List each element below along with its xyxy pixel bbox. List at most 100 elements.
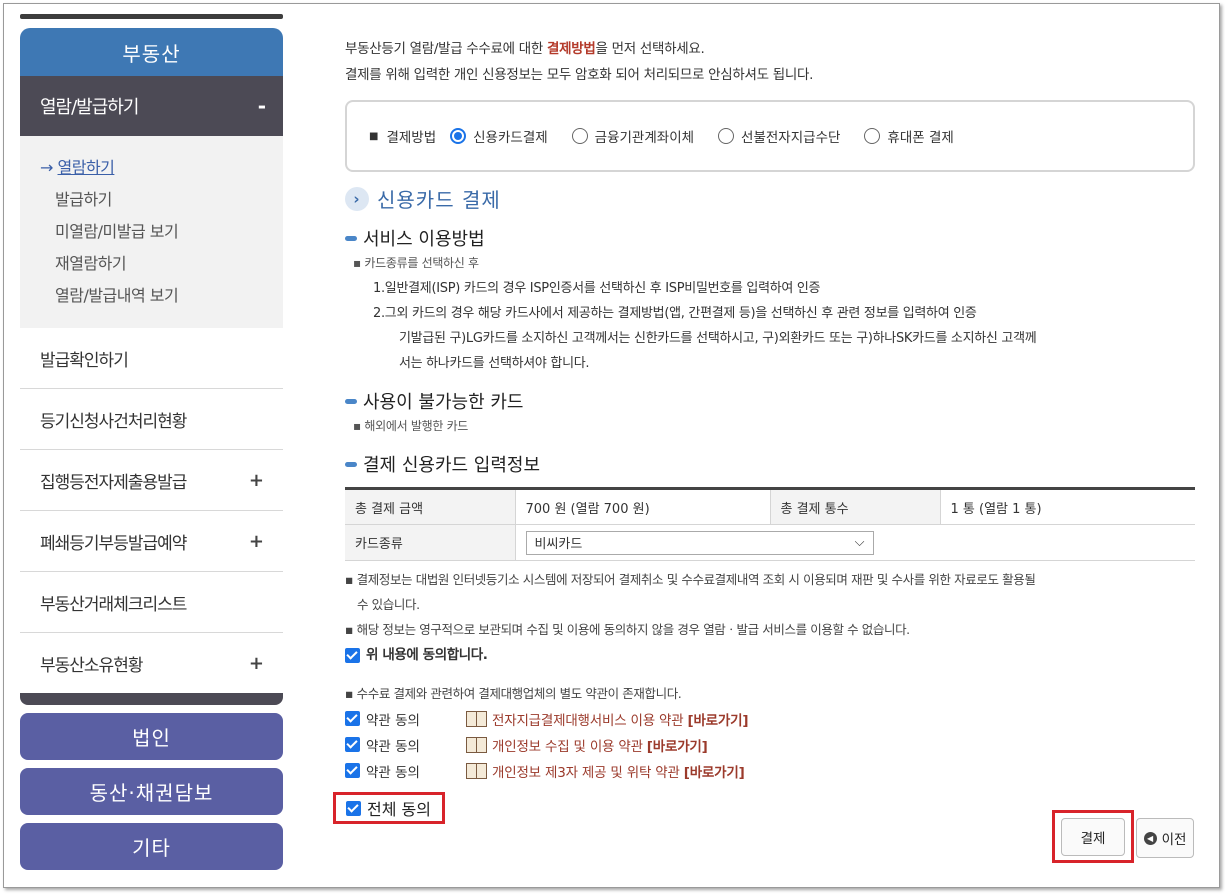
intro-line2: 결제를 위해 입력한 개인 신용정보는 모두 암호화 되어 처리되므로 안심하셔… (345, 67, 814, 83)
book-icon (466, 763, 487, 779)
card-type-cell: 비씨카드 ⌵ (514, 524, 1195, 561)
checkbox-checked-icon[interactable] (345, 763, 360, 778)
intro-text: 부동산등기 열람/발급 수수료에 대한 결제방법을 먼저 선택하세요. 결제를 … (345, 36, 1195, 88)
sub-item-issue[interactable]: 발급하기 (40, 184, 283, 216)
sidebar-item-issue-view[interactable]: 열람/발급하기 - (20, 76, 283, 136)
usage-line: ▪ 카드종류를 선택하신 후 (353, 256, 479, 270)
sub-item-unviewed[interactable]: 미열람/미발급 보기 (40, 216, 283, 248)
unavailable-text: ▪ 해외에서 발행한 카드 (345, 414, 1195, 439)
prev-button[interactable]: ◀ 이전 (1136, 818, 1194, 858)
unavailable-line-text: 해외에서 발행한 카드 (364, 419, 469, 433)
terms-link[interactable]: 개인정보 제3자 제공 및 위탁 약관 [바로가기] (492, 761, 745, 781)
sub-item-label: 열람하기 (57, 158, 115, 177)
terms-go[interactable]: [바로가기] (647, 739, 708, 755)
terms-row: 약관 동의 개인정보 제3자 제공 및 위탁 약관 [바로가기] (345, 758, 1195, 784)
unavailable-line: ▪ 해외에서 발행한 카드 (353, 419, 469, 433)
sub-item-review[interactable]: 재열람하기 (40, 248, 283, 280)
plus-icon[interactable]: + (249, 531, 264, 552)
book-icon (466, 711, 487, 727)
terms-go[interactable]: [바로가기] (684, 765, 745, 781)
sidebar-item-label: 등기신청사건처리현황 (40, 411, 187, 432)
sidebar-bottom-bar (20, 693, 283, 705)
payment-info-table: 총 결제 금액 700 원 (열람 700 원) 총 결제 통수 1 통 (열람… (345, 487, 1195, 561)
terms-label: 약관 동의 (366, 738, 420, 755)
usage-line: 기발급된 구)LG카드를 소지하신 고객께서는 신한카드를 선택하시고, 구)외… (399, 331, 1037, 346)
note-text: 수수료 결제와 관련하여 결제대행업체의 별도 약관이 존재합니다. (356, 685, 682, 701)
terms-go[interactable]: [바로가기] (687, 713, 748, 729)
agree-checkbox-row[interactable]: 위 내용에 동의합니다. (345, 642, 488, 668)
radio-credit-card[interactable]: 신용카드결제 (450, 126, 548, 146)
bullet-icon: ■ (369, 130, 379, 142)
card-section-heading: › 신용카드 결제 (345, 184, 1195, 213)
unavailable-heading: 사용이 불가능한 카드 (345, 388, 1195, 414)
checkbox-checked-icon[interactable] (345, 647, 360, 663)
corporation-button[interactable]: 법인 (20, 713, 283, 760)
terms-link-text: 전자지급결제대행서비스 이용 약관 (492, 712, 684, 729)
radio-label: 휴대폰 결제 (887, 130, 954, 146)
prev-label: 이전 (1161, 832, 1187, 848)
radio-bank-transfer[interactable]: 금융기관계좌이체 (571, 126, 694, 146)
radio-unchecked-icon[interactable] (571, 128, 588, 144)
all-agree-checkbox[interactable]: 전체 동의 (333, 792, 445, 824)
service-usage-heading: 서비스 이용방법 (345, 225, 1195, 251)
sidebar-item-case-status[interactable]: 등기신청사건처리현황 (20, 389, 283, 450)
terms-label: 약관 동의 (366, 712, 420, 729)
all-agree-label: 전체 동의 (367, 800, 431, 819)
sidebar-item-electronic-submit[interactable]: 집행등전자제출용발급 + (20, 450, 283, 511)
sidebar-item-ownership[interactable]: 부동산소유현황 + (20, 633, 283, 694)
card-section-title: 신용카드 결제 (377, 188, 501, 212)
note-text: 결제정보는 대법원 인터넷등기소 시스템에 저장되어 결제취소 및 수수료결제내… (356, 572, 1036, 587)
total-amount-label: 총 결제 금액 (345, 488, 515, 525)
note-line: ▪ 수수료 결제와 관련하여 결제대행업체의 별도 약관이 존재합니다. (345, 685, 682, 701)
service-usage-text: ▪ 카드종류를 선택하신 후 1.일반결제(ISP) 카드의 경우 ISP인증서… (345, 251, 1195, 376)
checkbox-checked-icon[interactable] (346, 800, 361, 816)
usage-line-text: 카드종류를 선택하신 후 (364, 256, 479, 270)
plus-icon[interactable]: + (249, 470, 264, 491)
movable-collateral-button[interactable]: 동산·채권담보 (20, 768, 283, 815)
checkbox-checked-icon[interactable] (345, 711, 360, 726)
payment-method-box: ■ 결제방법 신용카드결제 금융기관계좌이체 선불전자지급수단 휴대폰 결제 (345, 100, 1195, 172)
sidebar-item-confirm[interactable]: 발급확인하기 (20, 328, 283, 389)
radio-checked-icon[interactable] (450, 128, 467, 144)
radio-prepaid[interactable]: 선불전자지급수단 (718, 126, 840, 146)
sidebar-item-checklist[interactable]: 부동산거래체크리스트 (20, 572, 283, 633)
usage-line: 1.일반결제(ISP) 카드의 경우 ISP인증서를 선택하신 후 ISP비밀번… (373, 281, 821, 296)
terms-row: 약관 동의 전자지급결제대행서비스 이용 약관 [바로가기] (345, 706, 1195, 732)
payment-method-label: 결제방법 (386, 130, 437, 146)
radio-mobile[interactable]: 휴대폰 결제 (864, 126, 954, 146)
sidebar-section-title[interactable]: 부동산 (20, 28, 283, 76)
sidebar-item-closed-reservation[interactable]: 폐쇄등기부등발급예약 + (20, 511, 283, 572)
note-text: 해당 정보는 영구적으로 보관되며 수집 및 이용에 동의하지 않을 경우 열람… (356, 622, 911, 637)
heading-text: 사용이 불가능한 카드 (363, 392, 524, 413)
sidebar-item-label: 발급확인하기 (40, 350, 129, 371)
radio-label: 선불전자지급수단 (741, 130, 841, 146)
radio-unchecked-icon[interactable] (718, 128, 735, 144)
book-icon (466, 737, 487, 753)
card-type-value: 비씨카드 (534, 537, 583, 552)
radio-unchecked-icon[interactable] (864, 128, 881, 144)
radio-label: 신용카드결제 (473, 130, 548, 146)
note-line: ▪ 결제정보는 대법원 인터넷등기소 시스템에 저장되어 결제취소 및 수수료결… (345, 572, 1036, 587)
usage-line: 2.그외 카드의 경우 해당 카드사에서 제공하는 결제방법(앱, 간편결제 등… (373, 306, 977, 321)
sidebar-top-bar (20, 14, 283, 19)
note-line: ▪ 해당 정보는 영구적으로 보관되며 수집 및 이용에 동의하지 않을 경우 … (345, 622, 911, 637)
terms-link[interactable]: 개인정보 수집 및 이용 약관 [바로가기] (492, 735, 708, 755)
sidebar-item-label: 부동산거래체크리스트 (40, 594, 187, 615)
sub-item-history[interactable]: 열람/발급내역 보기 (40, 280, 283, 312)
terms-link[interactable]: 전자지급결제대행서비스 이용 약관 [바로가기] (492, 709, 749, 729)
card-type-select[interactable]: 비씨카드 ⌵ (525, 530, 874, 555)
sidebar-item-label: 열람/발급하기 (40, 97, 139, 118)
total-amount-value: 700 원 (열람 700 원) (514, 488, 770, 525)
pay-button[interactable]: 결제 (1061, 817, 1125, 856)
usage-line: 서는 하나카드를 선택하셔야 합니다. (399, 356, 590, 371)
table-row: 총 결제 금액 700 원 (열람 700 원) 총 결제 통수 1 통 (열람… (345, 488, 1195, 525)
heading-bar-icon (345, 235, 357, 241)
heading-text: 결제 신용카드 입력정보 (363, 455, 541, 476)
sidebar-sublist: → 열람하기 발급하기 미열람/미발급 보기 재열람하기 열람/발급내역 보기 (20, 136, 283, 328)
plus-icon[interactable]: + (249, 653, 264, 674)
sub-item-view[interactable]: → 열람하기 (40, 152, 283, 184)
checkbox-checked-icon[interactable] (345, 737, 360, 752)
heading-bar-icon (345, 461, 357, 467)
other-button[interactable]: 기타 (20, 823, 283, 870)
collapse-icon[interactable]: - (258, 94, 266, 118)
